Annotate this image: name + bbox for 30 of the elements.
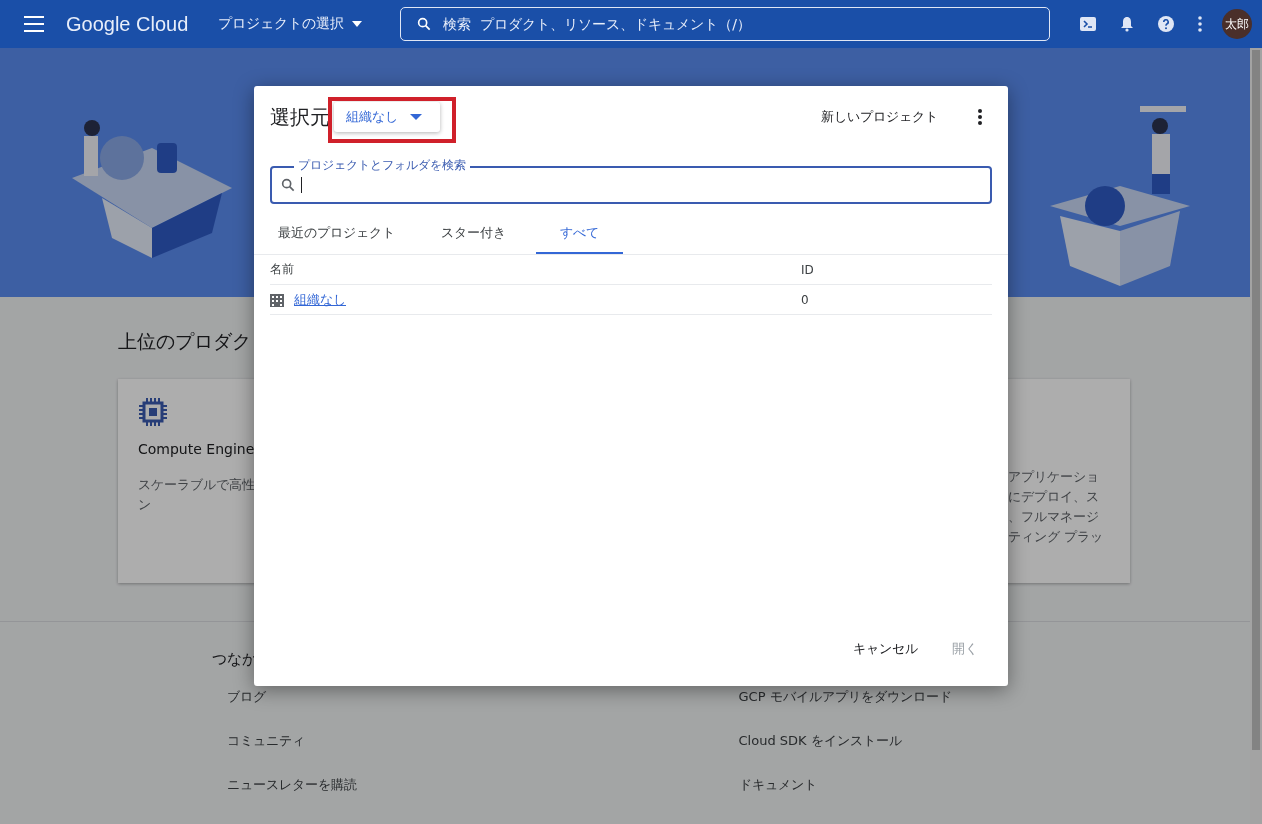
card-description: アプリケーショ [1008,468,1100,486]
footer-link[interactable]: ブログ [227,687,739,707]
product-logo[interactable]: Google Cloud [66,12,189,36]
new-project-button[interactable]: 新しいプロジェクト [815,107,944,127]
section-title: 上位のプロダク [118,329,252,354]
field-label: プロジェクトとフォルダを検索 [294,158,470,172]
tab[interactable]: すべて [536,216,623,254]
footer-link[interactable]: Cloud SDK をインストール [738,731,1250,751]
footer-link[interactable]: コミュニティ [227,731,739,751]
card-description: にデプロイ、ス [1008,488,1100,506]
footer-link[interactable]: ドキュメント [738,775,1250,795]
tab[interactable]: スター付き [425,216,522,254]
search-field[interactable]: 検索 プロダクト、リソース、ドキュメント（/） [400,7,1051,41]
card-description: 、フルマネージ [1008,508,1100,526]
organization-dropdown[interactable]: 組織なし [334,102,440,132]
footer-link[interactable]: GCP モバイルアプリをダウンロード [738,687,1250,707]
tab[interactable]: 最近のプロジェクト [262,216,411,254]
dialog-title: 選択元 [270,103,330,131]
column-header: ID [801,262,814,277]
footer-link[interactable]: ニュースレターを購読 [227,775,739,795]
column-header: 名前 [270,261,295,278]
organization-link[interactable]: 組織なし [294,290,346,309]
card-description: スケーラブルで高性 [138,476,256,494]
card-description: ティング プラッ [1008,528,1105,546]
card-title: Compute Engine [138,441,256,457]
project-picker[interactable]: プロジェクトの選択 [212,14,369,34]
account-avatar[interactable]: 太郎 [1222,9,1252,39]
dialog-button[interactable]: キャンセル [845,634,926,664]
card-description: ン [138,496,152,514]
table-cell: 0 [801,292,809,307]
